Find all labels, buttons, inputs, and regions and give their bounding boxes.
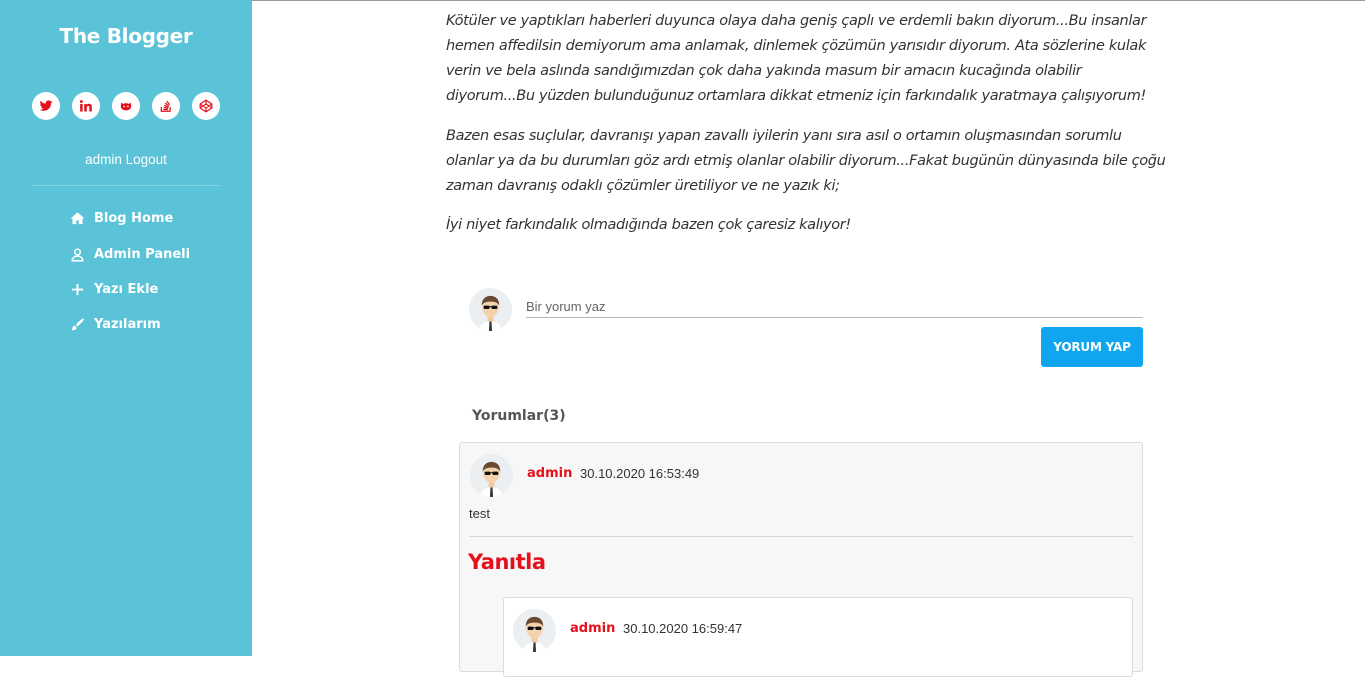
sidebar-item-label: Blog Home <box>94 210 174 226</box>
reply-author[interactable]: admin <box>570 621 615 636</box>
avatar-image <box>513 609 556 652</box>
avatar <box>513 609 556 652</box>
top-border <box>252 0 1365 1</box>
avatar <box>469 288 512 331</box>
article-paragraph: İyi niyet farkındalık olmadığında bazen … <box>446 217 851 233</box>
twitter-link[interactable] <box>32 92 60 120</box>
linkedin-link[interactable] <box>72 92 100 120</box>
username-link[interactable]: admin <box>85 152 122 167</box>
sidebar-item-blog-home[interactable]: Blog Home <box>68 208 173 228</box>
sidebar-divider <box>32 185 220 186</box>
comment-author[interactable]: admin <box>527 466 572 481</box>
sidebar-item-admin-panel[interactable]: Admin Paneli <box>68 244 190 264</box>
reply-date: 30.10.2020 16:59:47 <box>623 621 743 636</box>
reply-card <box>503 597 1133 677</box>
comment-date: 30.10.2020 16:53:49 <box>580 466 700 481</box>
avatar-image <box>470 454 513 497</box>
submit-comment-button[interactable]: YORUM YAP <box>1041 327 1143 367</box>
sidebar-item-label: Admin Paneli <box>94 246 191 262</box>
comment-divider <box>469 536 1133 537</box>
article-paragraph: Kötüler ve yaptıkları haberleri duyunca … <box>446 13 1147 104</box>
article-paragraph: Bazen esas suçlular, davranışı yapan zav… <box>446 128 1166 194</box>
stackoverflow-icon <box>160 100 171 112</box>
avatar-image <box>469 288 512 331</box>
avatar <box>470 454 513 497</box>
user-line: admin Logout <box>0 152 252 167</box>
sidebar-item-label: Yazılarım <box>94 316 161 332</box>
reply-link[interactable]: Yanıtla <box>468 550 546 574</box>
home-icon <box>68 210 86 226</box>
linkedin-icon <box>79 100 92 112</box>
codepen-link[interactable] <box>192 92 220 120</box>
stackoverflow-link[interactable] <box>152 92 180 120</box>
pen-icon <box>68 316 86 332</box>
comments-title: Yorumlar(3) <box>472 408 566 424</box>
brand-title[interactable]: The Blogger <box>0 24 252 48</box>
sidebar-item-my-posts[interactable]: Yazılarım <box>68 314 161 334</box>
sidebar-item-label: Yazı Ekle <box>94 281 159 297</box>
sidebar-item-add-post[interactable]: Yazı Ekle <box>68 279 158 299</box>
github-link[interactable] <box>112 92 140 120</box>
comment-text: test <box>469 506 490 521</box>
twitter-icon <box>39 100 53 111</box>
plus-icon <box>68 281 86 297</box>
codepen-icon <box>199 99 213 113</box>
github-icon <box>120 102 132 111</box>
sidebar: The Blogger admin Logout Blog Home Admin… <box>0 0 252 656</box>
logout-link[interactable]: Logout <box>126 152 167 167</box>
user-icon <box>68 246 86 262</box>
comment-input[interactable] <box>526 296 1143 318</box>
